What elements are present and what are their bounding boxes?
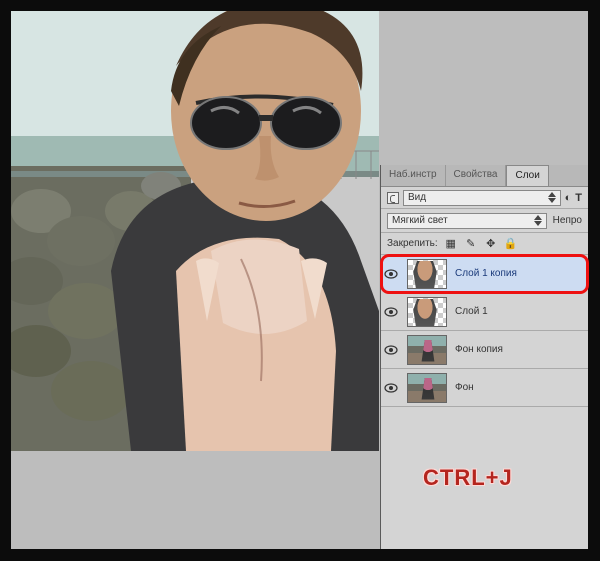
- lock-pixels-icon[interactable]: ✎: [464, 237, 478, 250]
- layer-name[interactable]: Слой 1: [453, 306, 588, 317]
- filter-type-text-icon[interactable]: T: [575, 192, 582, 204]
- tab-properties[interactable]: Свойства: [446, 165, 507, 186]
- chevron-updown-icon: [548, 192, 556, 203]
- layer-thumbnail[interactable]: [407, 373, 447, 403]
- blend-mode-value: Мягкий свет: [392, 215, 448, 226]
- layer-thumbnail[interactable]: [407, 297, 447, 327]
- filter-type-buttons: ◐ T: [565, 192, 582, 204]
- layer-name[interactable]: Фон копия: [453, 344, 588, 355]
- visibility-toggle[interactable]: [381, 269, 401, 279]
- blend-row: Мягкий свет Непро: [381, 209, 588, 233]
- layer-name[interactable]: Фон: [453, 382, 588, 393]
- tab-tools-presets[interactable]: Наб.инстр: [381, 165, 446, 186]
- tab-layers[interactable]: Слои: [506, 165, 548, 186]
- layer-name[interactable]: Слой 1 копия: [453, 268, 588, 279]
- opacity-label[interactable]: Непро: [553, 215, 582, 226]
- eye-icon: [384, 345, 398, 355]
- lock-row: Закрепить: ▦ ✎ ✥ 🔒: [381, 233, 588, 255]
- layer-thumbnail[interactable]: [407, 259, 447, 289]
- lock-transparency-icon[interactable]: ▦: [444, 237, 458, 250]
- eye-icon: [384, 269, 398, 279]
- layer-row[interactable]: Слой 1: [381, 293, 588, 331]
- filter-pixel-icon[interactable]: ◐: [565, 192, 572, 204]
- visibility-toggle[interactable]: [381, 383, 401, 393]
- visibility-toggle[interactable]: [381, 307, 401, 317]
- layers-panel: Наб.инстр Свойства Слои Вид ◐ T Мягкий с…: [380, 165, 588, 549]
- panel-tabbar: Наб.инстр Свойства Слои: [381, 165, 588, 187]
- app-frame: Наб.инстр Свойства Слои Вид ◐ T Мягкий с…: [11, 11, 588, 549]
- lock-all-icon[interactable]: 🔒: [504, 237, 518, 250]
- shortcut-annotation: CTRL+J: [423, 465, 513, 491]
- lock-label: Закрепить:: [387, 238, 438, 249]
- filter-kind-label: Вид: [408, 192, 426, 203]
- filter-kind-select[interactable]: Вид: [403, 190, 561, 206]
- document-canvas[interactable]: [11, 11, 379, 451]
- lock-position-icon[interactable]: ✥: [484, 237, 498, 250]
- layer-thumbnail[interactable]: [407, 335, 447, 365]
- layer-list: Слой 1 копия Слой 1 Фон копия: [381, 255, 588, 407]
- photo-content: [11, 11, 379, 451]
- eye-icon: [384, 307, 398, 317]
- chevron-updown-icon: [534, 215, 542, 226]
- eye-icon: [384, 383, 398, 393]
- layer-row[interactable]: Фон: [381, 369, 588, 407]
- blend-mode-select[interactable]: Мягкий свет: [387, 213, 547, 229]
- layer-row[interactable]: Фон копия: [381, 331, 588, 369]
- layer-row-selected[interactable]: Слой 1 копия: [381, 255, 588, 293]
- visibility-toggle[interactable]: [381, 345, 401, 355]
- filter-type-icon[interactable]: [387, 192, 399, 204]
- layer-filter-row: Вид ◐ T: [381, 187, 588, 209]
